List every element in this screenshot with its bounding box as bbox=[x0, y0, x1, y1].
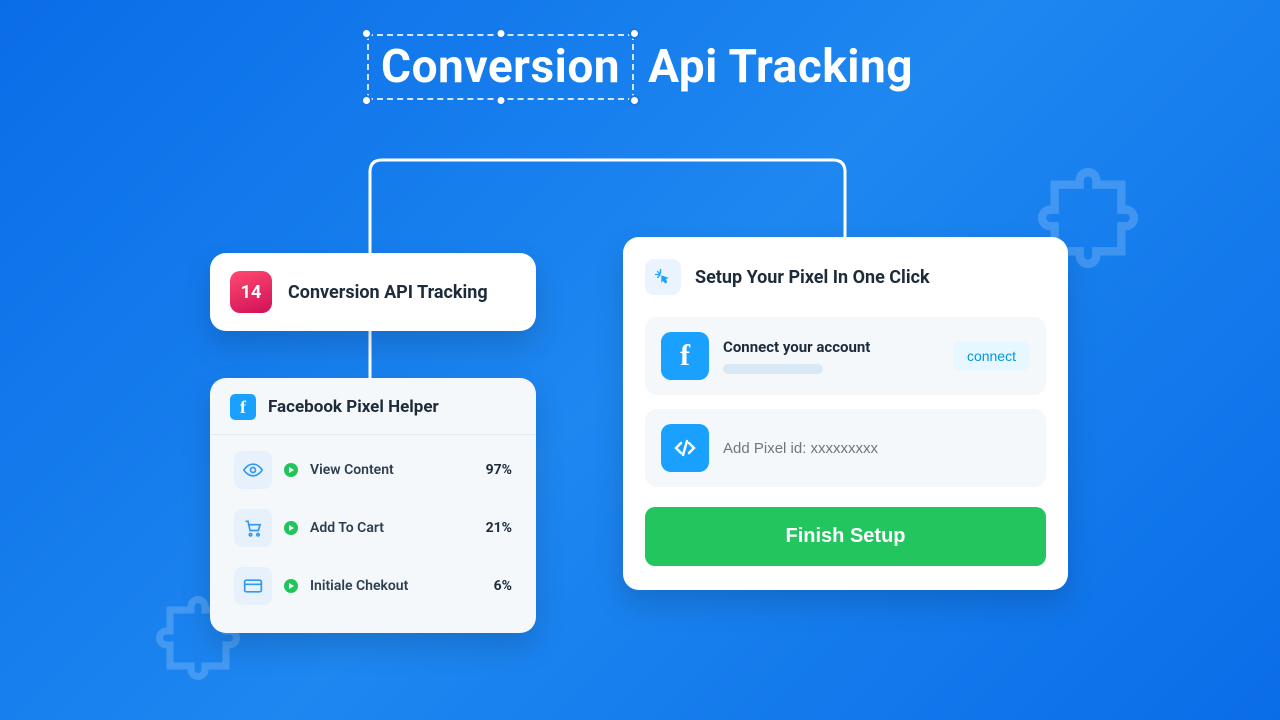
cart-icon bbox=[234, 509, 272, 547]
title-selection-box: Conversion bbox=[367, 34, 634, 100]
event-name: Initiale Chekout bbox=[310, 578, 482, 594]
connect-account-label: Connect your account bbox=[723, 338, 939, 356]
conversion-tracking-card: 14 Conversion API Tracking bbox=[210, 253, 536, 331]
event-name: Add To Cart bbox=[310, 520, 474, 536]
pixel-id-panel bbox=[645, 409, 1046, 487]
pixel-id-input[interactable] bbox=[723, 440, 1030, 457]
setup-card: Setup Your Pixel In One Click f Connect … bbox=[623, 237, 1068, 590]
conversion-tracking-label: Conversion API Tracking bbox=[288, 282, 488, 303]
ios14-badge: 14 bbox=[230, 271, 272, 313]
facebook-icon: f bbox=[661, 332, 709, 380]
event-row: View Content 97% bbox=[228, 445, 518, 495]
connect-button[interactable]: connect bbox=[953, 341, 1030, 371]
setup-title: Setup Your Pixel In One Click bbox=[695, 267, 930, 288]
title-rest-text: Api Tracking bbox=[648, 40, 913, 94]
event-row: Initiale Chekout 6% bbox=[228, 561, 518, 611]
event-row: Add To Cart 21% bbox=[228, 503, 518, 553]
event-percent: 6% bbox=[494, 578, 512, 594]
event-name: View Content bbox=[310, 462, 474, 478]
placeholder-bar bbox=[723, 364, 823, 374]
pixel-helper-card: f Facebook Pixel Helper View Content 97%… bbox=[210, 378, 536, 633]
finish-setup-button[interactable]: Finish Setup bbox=[645, 507, 1046, 566]
click-icon bbox=[645, 259, 681, 295]
connect-account-panel: f Connect your account connect bbox=[645, 317, 1046, 395]
credit-card-icon bbox=[234, 567, 272, 605]
page-title: Conversion Api Tracking bbox=[367, 34, 913, 100]
eye-icon bbox=[234, 451, 272, 489]
event-percent: 21% bbox=[486, 520, 512, 536]
title-highlight-text: Conversion bbox=[381, 40, 620, 94]
status-dot-icon bbox=[284, 521, 298, 535]
status-dot-icon bbox=[284, 463, 298, 477]
facebook-icon: f bbox=[230, 394, 256, 420]
code-icon bbox=[661, 424, 709, 472]
pixel-helper-title: Facebook Pixel Helper bbox=[268, 397, 439, 417]
status-dot-icon bbox=[284, 579, 298, 593]
event-percent: 97% bbox=[486, 462, 512, 478]
